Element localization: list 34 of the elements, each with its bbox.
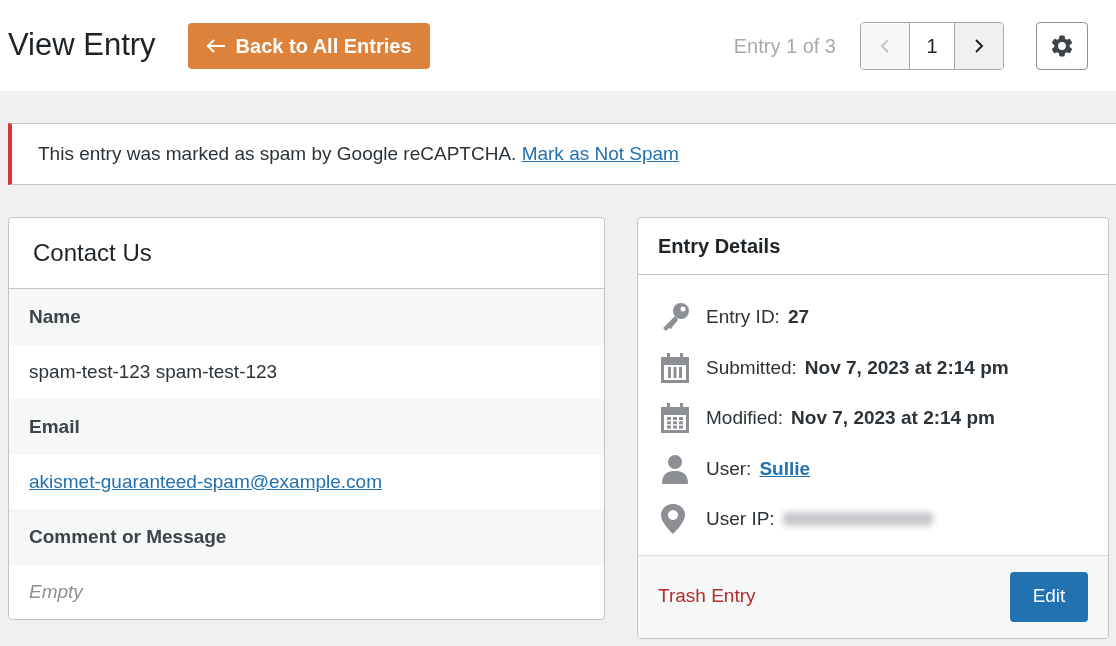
- notice-text: This entry was marked as spam by Google reCAPTCHA. Mark as Not Spam: [38, 141, 679, 166]
- user-link[interactable]: Sullie: [759, 454, 811, 483]
- detail-value: Nov 7, 2023 at 2:14 pm: [804, 355, 1009, 380]
- card-title: Contact Us: [33, 238, 152, 268]
- detail-label: Submitted:: [706, 355, 797, 380]
- calendar-icon: [660, 402, 690, 435]
- card-title: Entry Details: [658, 234, 781, 259]
- page-number-field[interactable]: 1: [909, 22, 955, 69]
- entry-counter: Entry 1 of 3: [733, 33, 836, 59]
- trash-entry-link[interactable]: Trash Entry: [658, 582, 756, 611]
- field-label: Email: [29, 414, 80, 439]
- detail-label: Entry ID:: [706, 305, 780, 329]
- settings-button[interactable]: [1036, 21, 1088, 70]
- field-label: Comment or Message: [29, 524, 227, 549]
- detail-value: 27: [787, 305, 810, 329]
- detail-label: User:: [706, 456, 752, 481]
- field-value: spam-test-123 spam-test-123: [29, 359, 278, 384]
- page-title: View Entry: [8, 26, 156, 65]
- location-pin-icon: [660, 503, 686, 536]
- next-page-button[interactable]: [955, 22, 1003, 69]
- user-icon: [660, 452, 690, 485]
- email-link[interactable]: akismet-guaranteed-spam@example.com: [29, 467, 382, 497]
- edit-button[interactable]: Edit: [1010, 571, 1088, 622]
- not-spam-link[interactable]: Mark as Not Spam: [521, 142, 679, 164]
- arrow-left-icon: [205, 37, 226, 54]
- back-button[interactable]: Back to All Entries: [187, 22, 430, 69]
- field-value: Empty: [29, 579, 83, 604]
- detail-label: Modified:: [706, 406, 784, 430]
- detail-value: Nov 7, 2023 at 2:14 pm: [791, 406, 995, 430]
- calendar-icon: [660, 351, 690, 384]
- chevron-right-icon: [974, 37, 984, 54]
- chevron-left-icon: [880, 37, 890, 54]
- detail-label: User IP:: [706, 507, 775, 531]
- field-label: Name: [29, 304, 81, 329]
